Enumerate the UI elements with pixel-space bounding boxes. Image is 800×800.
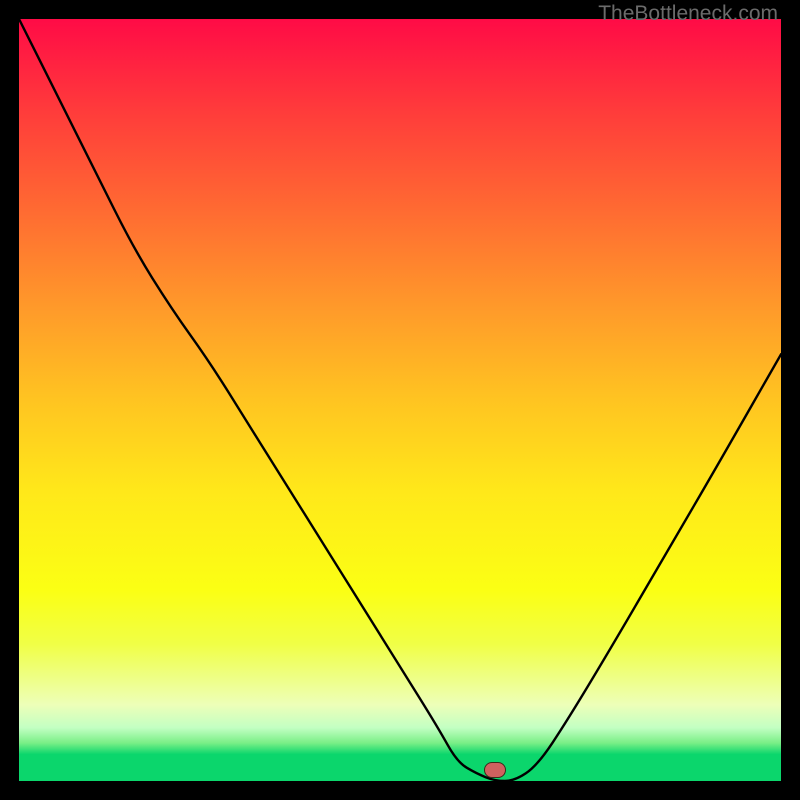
bottleneck-curve xyxy=(19,19,781,781)
watermark-label: TheBottleneck.com xyxy=(598,2,778,26)
optimum-marker xyxy=(484,762,506,778)
